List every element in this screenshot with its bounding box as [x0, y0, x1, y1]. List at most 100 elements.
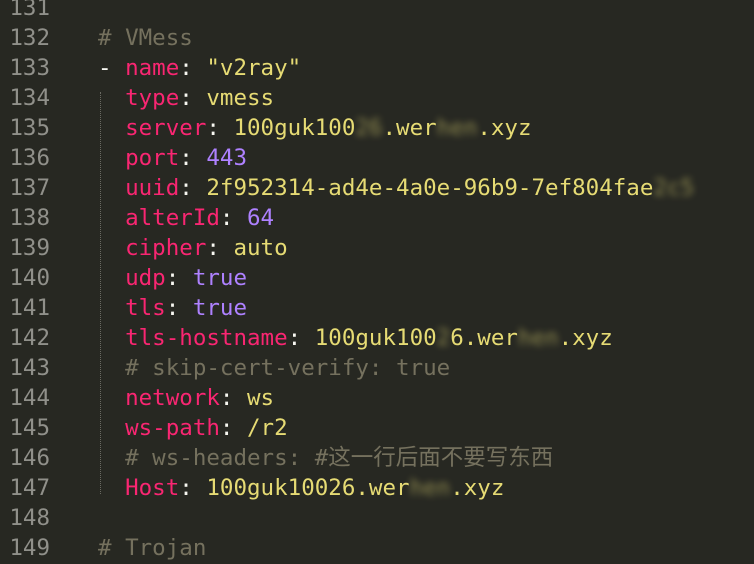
line-content: tls-hostname: 100guk10026.werhen.xyz: [98, 323, 613, 353]
line-number: 133: [9, 55, 50, 81]
code-token: :: [179, 475, 207, 501]
line-content: udp: true: [98, 263, 247, 293]
code-token: 100guk100: [314, 325, 437, 351]
code-token: # skip-cert-verify: true: [125, 355, 451, 381]
code-editor[interactable]: 131 132 # VMess 133 - name: "v2ray" 134 type:…: [0, 0, 754, 564]
line-number: 131: [9, 0, 50, 21]
line-number: 143: [9, 355, 50, 381]
code-token: .xyz: [477, 115, 532, 141]
code-token: port: [125, 145, 180, 171]
line-content: cipher: auto: [98, 233, 288, 263]
code-token: name: [125, 55, 180, 81]
line-number: 139: [9, 235, 50, 261]
line-number: 145: [9, 415, 50, 441]
code-token: # Trojan: [98, 535, 207, 561]
line-number: 149: [9, 535, 50, 561]
code-token: :: [179, 55, 207, 81]
code-token: # VMess: [98, 25, 193, 51]
code-token: 2: [436, 325, 451, 351]
code-token: :: [219, 205, 248, 231]
code-token: tls-hostname: [125, 325, 288, 351]
code-token: hen: [409, 475, 451, 501]
code-token: cipher: [125, 235, 207, 261]
code-token: hen: [517, 325, 559, 351]
code-token: 6.wer: [450, 325, 518, 351]
code-token: .xyz: [558, 325, 613, 351]
code-token: :: [206, 115, 234, 141]
line-number: 134: [9, 85, 50, 111]
code-token: uuid: [125, 175, 180, 201]
line-number: 142: [9, 325, 50, 351]
code-token: ws: [247, 385, 275, 411]
code-token: :: [219, 415, 248, 441]
line-number: 132: [9, 25, 50, 51]
line-content: server: 100guk10026.werhen.xyz: [98, 113, 532, 143]
line-content: port: 443: [98, 143, 247, 173]
code-token: .wer: [382, 115, 437, 141]
code-token: true: [192, 295, 248, 321]
line-content: ws-path: /r2: [98, 413, 288, 443]
code-token: Host: [125, 475, 180, 501]
line-number: 146: [9, 445, 50, 471]
code-token: type: [125, 85, 180, 111]
code-token: # ws-headers: #这一行后面不要写东西: [125, 445, 554, 471]
code-token: network: [125, 385, 220, 411]
code-token: :: [179, 175, 207, 201]
line-number: 148: [9, 505, 50, 531]
code-token: 100guk10026.wer: [206, 475, 410, 501]
code-token: udp: [125, 265, 166, 291]
code-token: true: [192, 265, 248, 291]
code-token: 64: [247, 205, 275, 231]
line-content: # skip-cert-verify: true: [98, 353, 450, 383]
line-number: 137: [9, 175, 50, 201]
line-number: 147: [9, 475, 50, 501]
line-content: uuid: 2f952314-ad4e-4a0e-96b9-7ef804fae2…: [98, 173, 694, 203]
code-token: /r2: [247, 415, 288, 441]
code-token: .xyz: [450, 475, 505, 501]
code-token: :: [206, 235, 234, 261]
code-token: 2c5: [653, 175, 695, 201]
code-token: -: [98, 55, 126, 81]
line-number: 136: [9, 145, 50, 171]
line-number: 144: [9, 385, 50, 411]
code-token: tls: [125, 295, 166, 321]
line-content: Host: 100guk10026.werhen.xyz: [98, 473, 504, 503]
line-content: alterId: 64: [98, 203, 274, 233]
code-token: 443: [206, 145, 248, 171]
code-token: server: [125, 115, 207, 141]
line-content: # ws-headers: #这一行后面不要写东西: [98, 443, 553, 473]
code-token: vmess: [206, 85, 275, 111]
line-number: 138: [9, 205, 50, 231]
code-token: 100guk100: [233, 115, 356, 141]
line-content: type: vmess: [98, 83, 274, 113]
code-token: 2f952314-ad4e-4a0e-96b9-7ef804fae: [206, 175, 654, 201]
line-content: network: ws: [98, 383, 274, 413]
line-content: - name: "v2ray": [98, 53, 301, 83]
code-token: alterId: [125, 205, 220, 231]
code-token: :: [179, 85, 207, 111]
code-token: :: [219, 385, 248, 411]
code-token: :: [165, 295, 193, 321]
code-token: ws-path: [125, 415, 220, 441]
code-token: :: [165, 265, 193, 291]
line-number: 141: [9, 295, 50, 321]
line-number: 140: [9, 265, 50, 291]
line-number: 135: [9, 115, 50, 141]
code-token: :: [287, 325, 315, 351]
code-token: 26: [355, 115, 383, 141]
line-content: # Trojan: [98, 533, 206, 563]
line-content: tls: true: [98, 293, 247, 323]
